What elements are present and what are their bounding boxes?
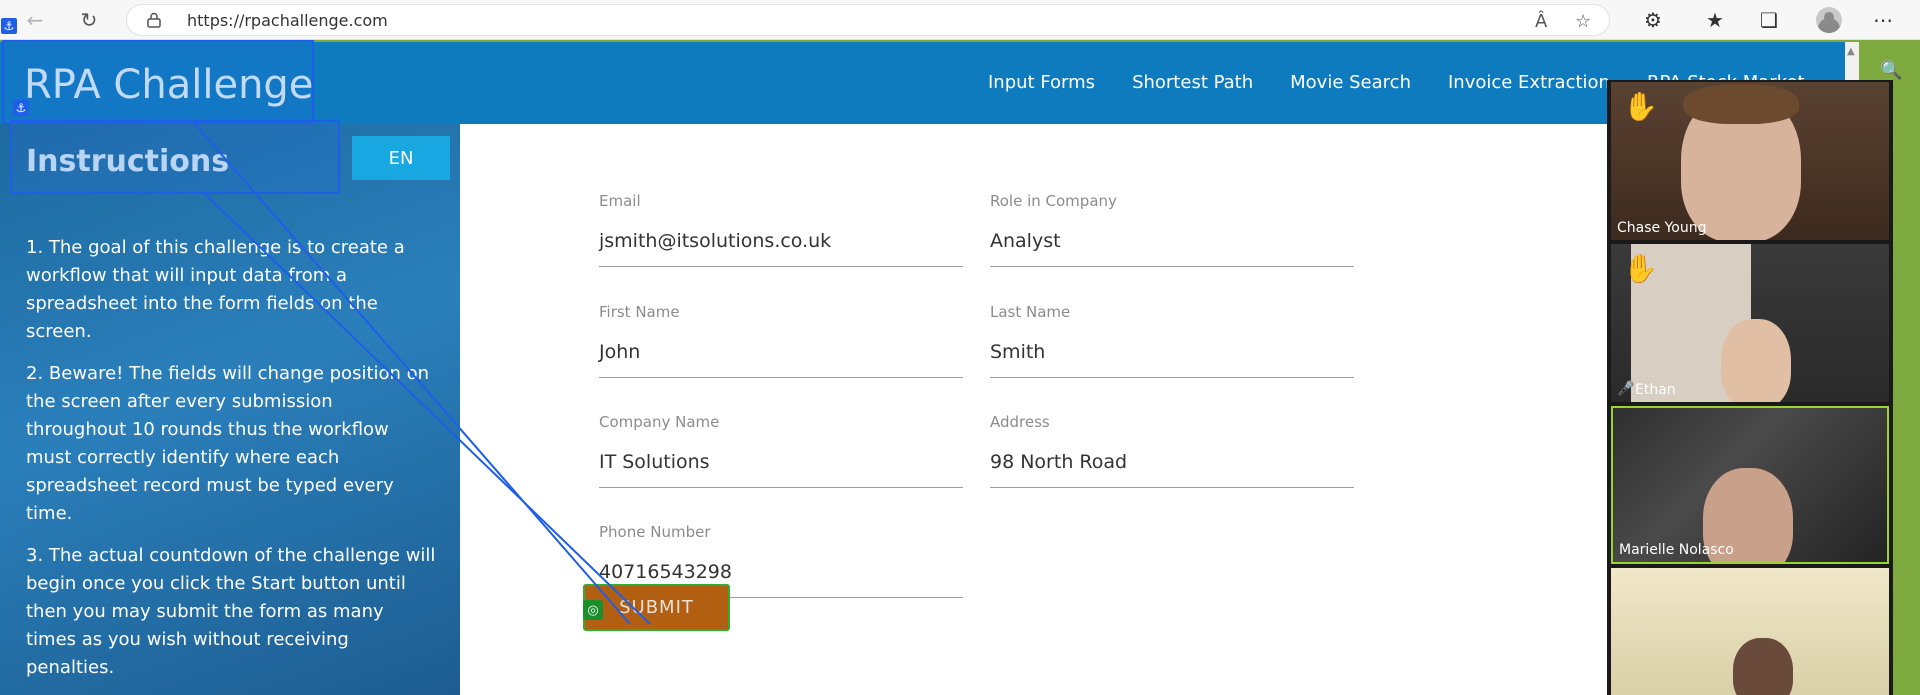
participant-hair	[1683, 84, 1799, 124]
video-tile[interactable]: ✋ Ethan 🎤	[1611, 244, 1889, 402]
video-tile[interactable]: ✋ Chase Young	[1611, 82, 1889, 240]
muted-mic-icon: 🎤	[1617, 381, 1635, 397]
participant-video	[1733, 638, 1793, 695]
meeting-video-panel: ✋ Chase Young ✋ Ethan 🎤 Marielle Nolasco	[1607, 80, 1893, 695]
scroll-up-icon[interactable]: ▲	[1847, 46, 1855, 57]
raised-hand-icon: ✋	[1623, 252, 1658, 285]
video-tile[interactable]: Marielle Nolasco	[1611, 406, 1889, 564]
participant-name: Chase Young	[1617, 220, 1707, 236]
video-tile[interactable]	[1611, 568, 1889, 695]
participant-name: Ethan	[1635, 382, 1676, 398]
raised-hand-icon: ✋	[1623, 90, 1658, 123]
search-icon[interactable]: 🔍	[1880, 60, 1902, 81]
participant-name: Marielle Nolasco	[1619, 542, 1734, 558]
participant-video	[1721, 319, 1791, 402]
